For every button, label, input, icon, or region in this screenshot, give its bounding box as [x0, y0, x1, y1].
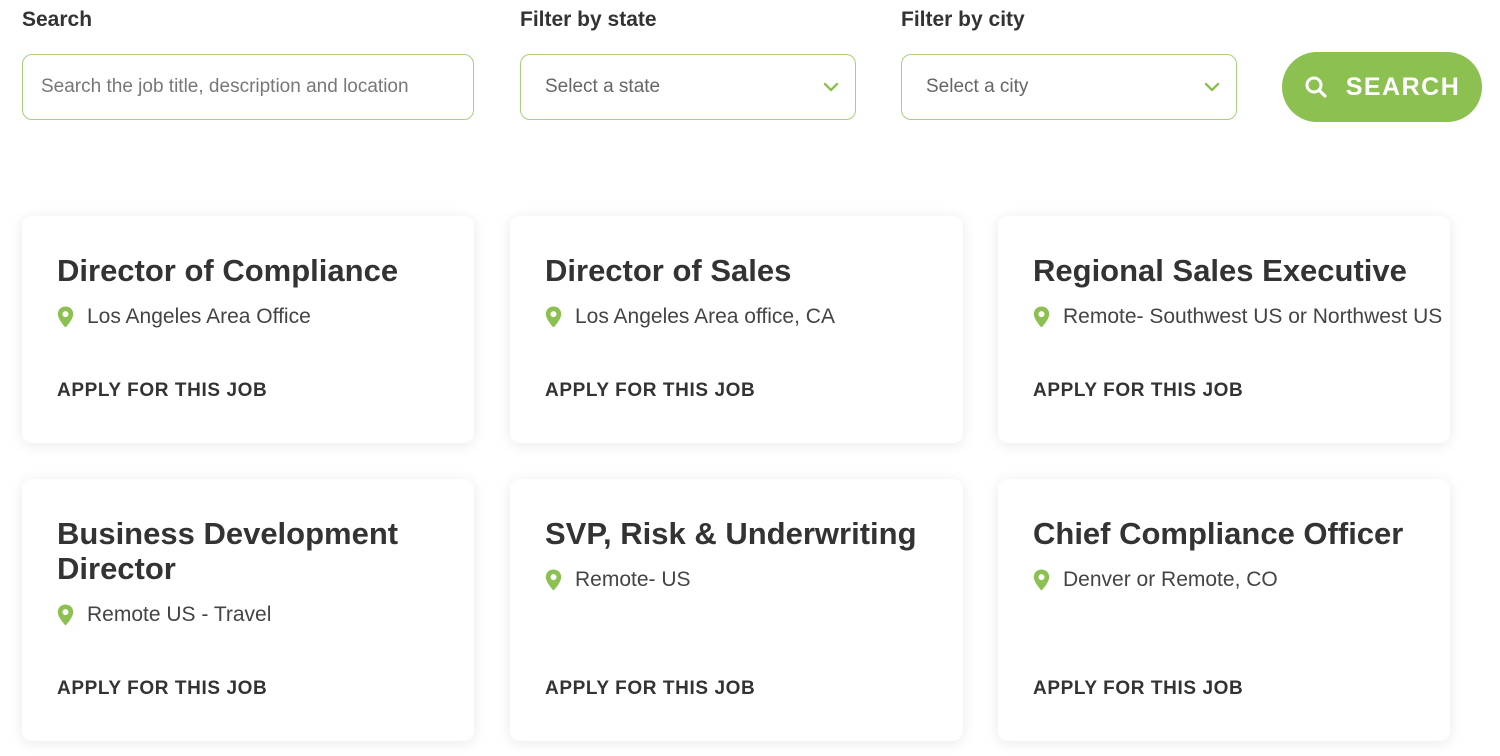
- job-title: Business Development Director: [57, 516, 399, 586]
- job-location-text: Remote- US: [575, 568, 691, 591]
- job-card: Chief Compliance Officer Denver or Remot…: [998, 479, 1450, 741]
- job-location: Los Angeles Area office, CA: [545, 305, 835, 329]
- job-card: Director of Sales Los Angeles Area offic…: [510, 216, 963, 443]
- job-location-text: Denver or Remote, CO: [1063, 568, 1278, 591]
- job-title: SVP, Risk & Underwriting: [545, 516, 917, 551]
- job-location-text: Remote- Southwest US or Northwest US: [1063, 305, 1443, 328]
- job-location: Denver or Remote, CO: [1033, 568, 1278, 592]
- job-location: Remote- Southwest US or Northwest US: [1033, 305, 1442, 329]
- job-title: Director of Compliance: [57, 253, 399, 288]
- job-location-text: Los Angeles Area Office: [87, 305, 311, 328]
- job-location: Remote US - Travel: [57, 603, 271, 627]
- job-title: Director of Sales: [545, 253, 792, 288]
- job-location-text: Remote US - Travel: [87, 603, 272, 626]
- job-title: Regional Sales Executive: [1033, 253, 1407, 288]
- location-pin-icon: [57, 306, 74, 328]
- job-card: SVP, Risk & Underwriting Remote- US APPL…: [510, 479, 963, 741]
- job-card: Director of Compliance Los Angeles Area …: [22, 216, 474, 443]
- location-pin-icon: [545, 306, 562, 328]
- job-card: Regional Sales Executive Remote- Southwe…: [998, 216, 1450, 443]
- apply-link[interactable]: APPLY FOR THIS JOB: [1033, 678, 1243, 700]
- job-location: Remote- US: [545, 568, 691, 592]
- location-pin-icon: [1033, 306, 1050, 328]
- job-location-text: Los Angeles Area office, CA: [575, 305, 835, 328]
- apply-link[interactable]: APPLY FOR THIS JOB: [57, 678, 267, 700]
- apply-link[interactable]: APPLY FOR THIS JOB: [545, 380, 755, 402]
- job-title: Chief Compliance Officer: [1033, 516, 1404, 551]
- apply-link[interactable]: APPLY FOR THIS JOB: [1033, 380, 1243, 402]
- location-pin-icon: [1033, 569, 1050, 591]
- job-card: Business Development Director Remote US …: [22, 479, 474, 741]
- apply-link[interactable]: APPLY FOR THIS JOB: [545, 678, 755, 700]
- job-listings: Director of Compliance Los Angeles Area …: [0, 0, 1500, 756]
- location-pin-icon: [57, 604, 74, 626]
- job-location: Los Angeles Area Office: [57, 305, 311, 329]
- apply-link[interactable]: APPLY FOR THIS JOB: [57, 380, 267, 402]
- location-pin-icon: [545, 569, 562, 591]
